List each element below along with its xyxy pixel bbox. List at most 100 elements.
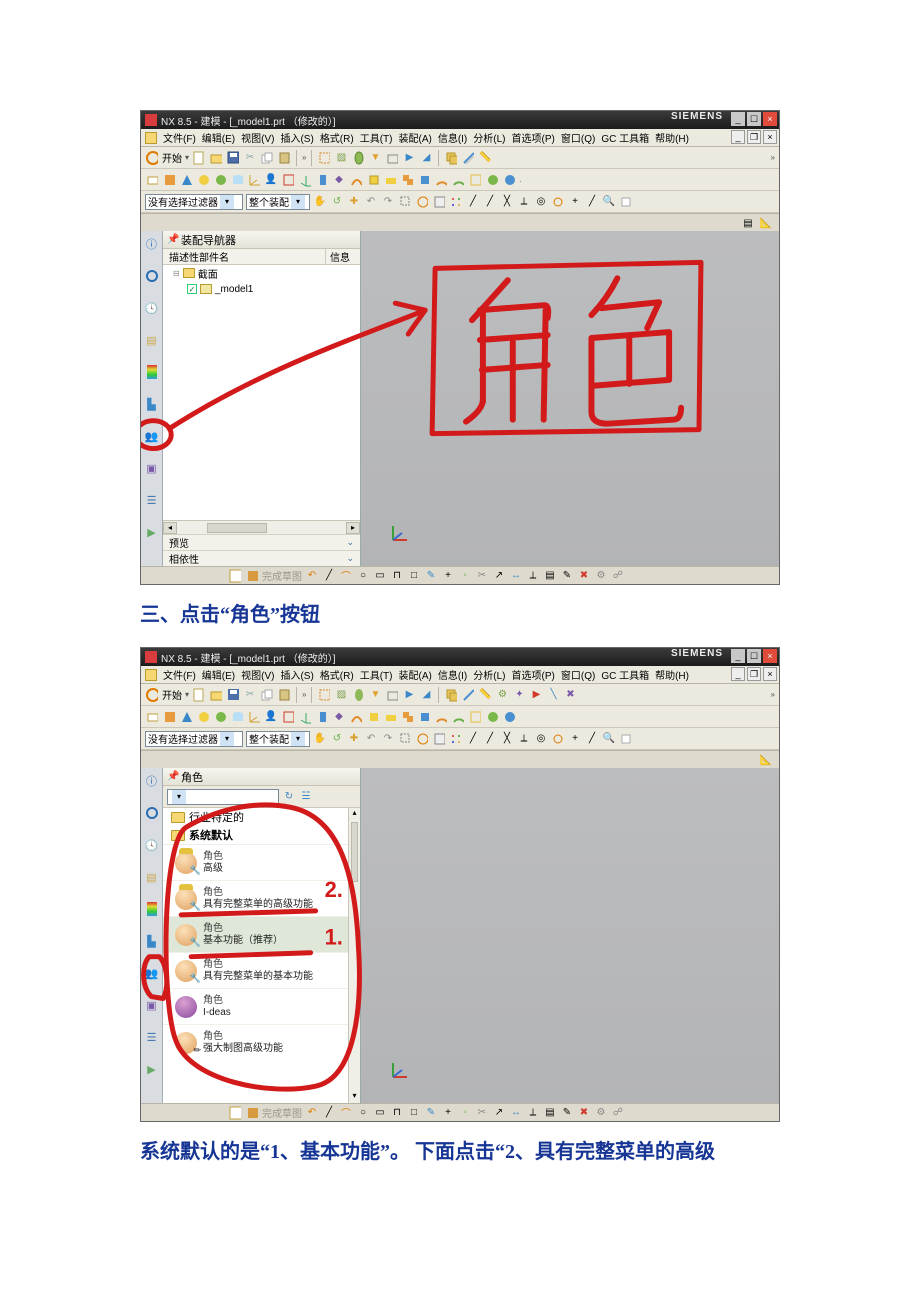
unite-icon[interactable] [444,688,458,702]
cross-plus-icon[interactable]: ✚ [347,195,361,209]
role-essentials[interactable]: 🔧 角色基本功能（推荐） [163,916,360,952]
feature-cylinder-icon[interactable] [230,710,244,724]
save-icon[interactable] [226,688,240,702]
menu-view[interactable]: 视图(V) [241,130,274,145]
extrude-icon[interactable]: ▨ [334,688,348,702]
ruler-icon[interactable]: 📏 [478,151,492,165]
menu-analysis[interactable]: 分析(L) [473,667,505,682]
ruler-icon[interactable]: 📏 [478,688,492,702]
sketch-pen-icon[interactable]: ✎ [424,569,438,583]
role-power-drafter[interactable]: ✏ 角色强大制图高级功能 [163,1024,360,1060]
curve-orange-icon[interactable] [349,710,363,724]
csys-icon[interactable] [298,173,312,187]
sketch-undo-icon[interactable]: ↶ [305,1106,319,1120]
view-tab-icon[interactable] [143,267,161,285]
toggle-icon[interactable]: ▤ [741,216,755,230]
sketch-dim1-icon[interactable]: ↔ [509,1106,523,1120]
maximize-button[interactable]: ☐ [747,649,761,663]
scroll-right-icon[interactable]: ▸ [346,522,360,534]
sketch-pen2-icon[interactable]: ✎ [560,569,574,583]
axes-icon[interactable] [247,173,261,187]
options-tab-icon[interactable]: ☰ [143,491,161,509]
minimize-button[interactable]: _ [731,112,745,126]
snap-target-icon[interactable]: ◎ [534,195,548,209]
shell-purple-icon[interactable]: ◆ [332,710,346,724]
snap-slash-icon[interactable]: ╱ [585,195,599,209]
sketch-cross-icon[interactable]: ✖ [577,1106,591,1120]
graphics-viewport[interactable] [361,231,779,566]
sketch-cross-icon[interactable]: ✖ [577,569,591,583]
role-essentials-full-menu[interactable]: 🔧 角色具有完整菜单的基本功能 [163,952,360,988]
new-file-icon[interactable] [192,151,206,165]
sketch-dot-icon[interactable]: ◦ [458,1106,472,1120]
sketch-open-icon[interactable]: ⊓ [390,1106,404,1120]
role-ideas[interactable]: 角色I-deas [163,988,360,1024]
globe-green-icon[interactable] [485,173,499,187]
roles-tab-icon[interactable]: 👥 [143,964,161,982]
chamfer-icon[interactable]: ◢ [419,688,433,702]
info-tab-icon[interactable]: ⓘ [143,772,161,790]
hand-icon[interactable]: ✋ [313,732,327,746]
snap-lens-icon[interactable]: 🔍 [602,732,616,746]
menu-view[interactable]: 视图(V) [241,667,274,682]
pin-icon[interactable]: 📌 [167,234,177,245]
person-yellow-icon[interactable]: 👤 [264,710,278,724]
doc-tab-icon[interactable]: ▤ [143,868,161,886]
sketch-plus-icon[interactable]: + [441,569,455,583]
line-cyan-icon[interactable]: ╲ [546,688,560,702]
select-face-icon[interactable] [432,195,446,209]
mdi-close[interactable]: × [763,667,777,681]
sketch-extend-icon[interactable]: ↗ [492,569,506,583]
menu-assembly[interactable]: 装配(A) [398,667,431,682]
sketch-trim1-icon[interactable]: ✂ [475,569,489,583]
person-yellow-icon[interactable]: 👤 [264,173,278,187]
frame-red-icon[interactable] [281,173,295,187]
snap-perp-icon[interactable]: ⟂ [517,195,531,209]
graphics-viewport[interactable] [361,768,779,1103]
menu-tools[interactable]: 工具(T) [360,667,393,682]
sketch-doc2-icon[interactable]: ▤ [543,1106,557,1120]
menu-gctools[interactable]: GC 工具箱 [601,667,649,682]
snap-endpoint-icon[interactable]: ╱ [466,732,480,746]
menu-insert[interactable]: 插入(S) [280,667,313,682]
menu-edit[interactable]: 编辑(E) [202,667,235,682]
collapse-arrow-icon[interactable]: ▶ [143,523,161,541]
snap-plus-icon[interactable]: + [568,732,582,746]
role-advanced-full-menu[interactable]: 🔧 角色具有完整菜单的高级功能 [163,880,360,916]
solid-blue-icon[interactable] [502,173,516,187]
undo-arrow-icon[interactable]: ↶ [364,195,378,209]
list-view-icon[interactable]: ☱ [299,790,313,804]
redo-arrow-icon[interactable]: ↷ [381,195,395,209]
close-button[interactable]: × [763,112,777,126]
scroll-down-icon[interactable]: ▾ [349,1091,360,1103]
select-face-icon[interactable] [432,732,446,746]
snap-copy-icon[interactable] [619,195,633,209]
arrow-red-icon[interactable]: ▶ [529,688,543,702]
star-purple-icon[interactable]: ✦ [512,688,526,702]
sketch-square-icon[interactable]: □ [407,569,421,583]
menu-assembly[interactable]: 装配(A) [398,130,431,145]
menu-gctools[interactable]: GC 工具箱 [601,130,649,145]
offset-icon[interactable] [461,151,475,165]
extrude-icon[interactable]: ▨ [334,151,348,165]
sketch-line-icon[interactable]: ╱ [322,569,336,583]
sheet-yellow-icon[interactable] [383,173,397,187]
menu-info[interactable]: 信息(I) [438,667,467,682]
open-file-icon[interactable] [209,151,223,165]
menu-format[interactable]: 格式(R) [320,130,354,145]
menu-help[interactable]: 帮助(H) [655,130,689,145]
snap-copy-icon[interactable] [619,732,633,746]
sketch-flag-icon[interactable] [245,1106,259,1120]
redo-arrow-icon[interactable]: ↷ [381,732,395,746]
feature-box-icon[interactable] [145,710,159,724]
feature-green-ball-icon[interactable] [213,710,227,724]
block-icon[interactable] [385,688,399,702]
open-file-icon[interactable] [209,688,223,702]
chamfer-icon[interactable]: ◢ [419,151,433,165]
depends-collapsible[interactable]: 相依性⌄ [163,550,360,566]
sketch-robot-icon[interactable]: ☍ [611,1106,625,1120]
block-icon[interactable] [385,151,399,165]
sketch-line-icon[interactable]: ╱ [322,1106,336,1120]
scope-combo[interactable]: 整个装配▾ [246,731,310,747]
select-rect-icon[interactable] [398,195,412,209]
